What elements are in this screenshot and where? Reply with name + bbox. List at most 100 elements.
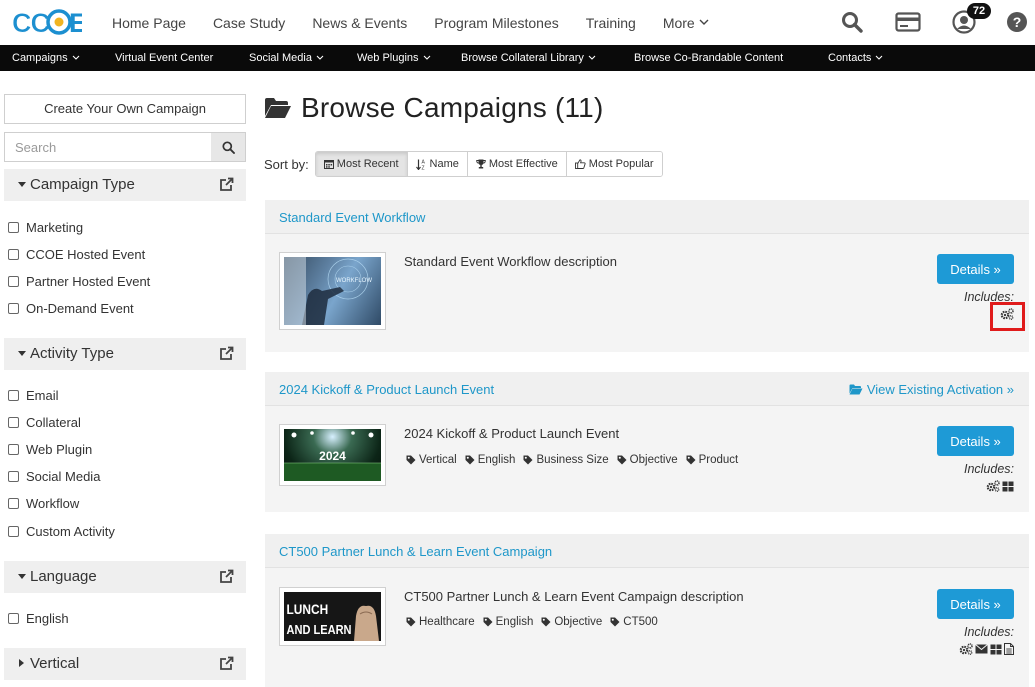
- tag[interactable]: Business Size: [523, 454, 609, 466]
- external-link-icon[interactable]: [219, 346, 234, 361]
- ccoe-logo[interactable]: CC E: [12, 5, 82, 39]
- filter-english[interactable]: English: [8, 609, 69, 627]
- nav-home-page[interactable]: Home Page: [112, 15, 186, 31]
- option-label: Email: [26, 387, 59, 403]
- chevron-down-icon: [876, 55, 883, 60]
- create-campaign-button[interactable]: Create Your Own Campaign: [4, 94, 246, 124]
- sort-most-recent-button[interactable]: Most Recent: [315, 152, 408, 176]
- subnav-campaigns[interactable]: Campaigns: [12, 52, 80, 64]
- filter-workflow[interactable]: Workflow: [8, 494, 79, 512]
- checkbox[interactable]: [8, 612, 19, 624]
- tag[interactable]: Vertical: [406, 454, 457, 466]
- facet-language-header[interactable]: Language: [4, 561, 246, 593]
- external-link-icon[interactable]: [219, 656, 234, 671]
- sort-most-effective-button[interactable]: Most Effective: [467, 152, 567, 176]
- campaign-title-link[interactable]: Standard Event Workflow: [279, 210, 425, 225]
- campaign-description: CT500 Partner Lunch & Learn Event Campai…: [404, 589, 744, 604]
- tag[interactable]: English: [465, 454, 515, 466]
- tag[interactable]: Objective: [617, 454, 678, 466]
- nav-more[interactable]: More: [663, 15, 709, 31]
- checkbox[interactable]: [8, 497, 19, 509]
- caret-down-icon: [18, 351, 26, 356]
- subnav-collateral-library[interactable]: Browse Collateral Library: [461, 52, 596, 64]
- web-plugin-icon[interactable]: [990, 644, 1002, 655]
- subnav-virtual-event-center[interactable]: Virtual Event Center: [115, 52, 213, 64]
- details-button[interactable]: Details »: [937, 254, 1014, 284]
- subnav-co-brandable-content[interactable]: Browse Co-Brandable Content: [634, 52, 783, 64]
- campaign-thumbnail[interactable]: LUNCH AND LEARN: [279, 587, 386, 646]
- caret-down-icon: [18, 182, 26, 187]
- subnav-contacts[interactable]: Contacts: [828, 52, 883, 64]
- option-label: English: [26, 610, 69, 626]
- sort-most-popular-button[interactable]: Most Popular: [566, 152, 662, 176]
- svg-text:?: ?: [1013, 14, 1022, 30]
- facet-campaign-type-header[interactable]: Campaign Type: [4, 169, 246, 201]
- campaign-title-link[interactable]: CT500 Partner Lunch & Learn Event Campai…: [279, 544, 552, 559]
- checkbox[interactable]: [8, 470, 19, 482]
- search-button[interactable]: [211, 133, 245, 161]
- tag[interactable]: Product: [686, 454, 738, 466]
- tag-icon: [541, 617, 551, 627]
- filter-on-demand-event[interactable]: On-Demand Event: [8, 299, 134, 317]
- details-button[interactable]: Details »: [937, 589, 1014, 619]
- chevron-down-icon: [72, 55, 80, 60]
- nav-news-events[interactable]: News & Events: [312, 15, 407, 31]
- filter-partner-hosted-event[interactable]: Partner Hosted Event: [8, 272, 150, 290]
- campaign-tags: Healthcare English Objective CT500: [406, 616, 666, 628]
- notification-badge: 72: [967, 3, 991, 19]
- subnav-social-media[interactable]: Social Media: [249, 52, 324, 64]
- subnav-web-plugins[interactable]: Web Plugins: [357, 52, 431, 64]
- campaign-thumbnail[interactable]: 2024: [279, 424, 386, 486]
- facet-vertical-header[interactable]: Vertical: [4, 648, 246, 680]
- collateral-icon[interactable]: [1004, 643, 1014, 655]
- tag-icon: [610, 617, 620, 627]
- nav-case-study[interactable]: Case Study: [213, 15, 285, 31]
- checkbox[interactable]: [8, 443, 19, 455]
- sort-name-button[interactable]: AZ Name: [407, 152, 468, 176]
- campaign-title-link[interactable]: 2024 Kickoff & Product Launch Event: [279, 382, 494, 397]
- tag[interactable]: CT500: [610, 616, 658, 628]
- tag-icon: [465, 455, 475, 465]
- details-label: Details »: [950, 596, 1001, 612]
- page-title: Browse Campaigns (11): [301, 92, 604, 123]
- help-icon[interactable]: ?: [1006, 11, 1028, 33]
- workflow-icon[interactable]: [959, 643, 973, 655]
- checkbox[interactable]: [8, 416, 19, 428]
- search-icon[interactable]: [841, 11, 863, 33]
- campaign-thumbnail[interactable]: WORKFLOW: [279, 252, 386, 330]
- search-input[interactable]: [5, 133, 211, 161]
- tag[interactable]: Objective: [541, 616, 602, 628]
- external-link-icon[interactable]: [219, 569, 234, 584]
- facet-activity-type-header[interactable]: Activity Type: [4, 338, 246, 370]
- checkbox[interactable]: [8, 525, 19, 537]
- checkbox[interactable]: [8, 248, 19, 260]
- workflow-icon[interactable]: [986, 480, 1000, 492]
- filter-ccoe-hosted-event[interactable]: CCOE Hosted Event: [8, 245, 145, 263]
- option-label: On-Demand Event: [26, 300, 134, 316]
- view-existing-activation-link[interactable]: View Existing Activation »: [849, 382, 1014, 397]
- facet-title: Campaign Type: [30, 176, 135, 193]
- filter-marketing[interactable]: Marketing: [8, 218, 83, 236]
- highlight-box: [990, 302, 1025, 331]
- filter-social-media[interactable]: Social Media: [8, 467, 100, 485]
- nav-program-milestones[interactable]: Program Milestones: [434, 15, 559, 31]
- checkbox[interactable]: [8, 221, 19, 233]
- filter-custom-activity[interactable]: Custom Activity: [8, 522, 115, 540]
- filter-email[interactable]: Email: [8, 386, 59, 404]
- checkbox[interactable]: [8, 302, 19, 314]
- tag[interactable]: English: [483, 616, 533, 628]
- details-button[interactable]: Details »: [937, 426, 1014, 456]
- external-link-icon[interactable]: [219, 177, 234, 192]
- checkbox[interactable]: [8, 389, 19, 401]
- web-plugin-icon[interactable]: [1002, 481, 1014, 492]
- tag-icon: [617, 455, 627, 465]
- sort-bar: Sort by: Most Recent AZ Name Most Effect…: [264, 151, 663, 177]
- filter-collateral[interactable]: Collateral: [8, 413, 81, 431]
- option-label: Social Media: [26, 468, 101, 484]
- email-icon[interactable]: [975, 644, 988, 654]
- tag[interactable]: Healthcare: [406, 616, 475, 628]
- nav-training[interactable]: Training: [586, 15, 636, 31]
- card-icon[interactable]: [895, 12, 921, 32]
- checkbox[interactable]: [8, 275, 19, 287]
- filter-web-plugin[interactable]: Web Plugin: [8, 440, 92, 458]
